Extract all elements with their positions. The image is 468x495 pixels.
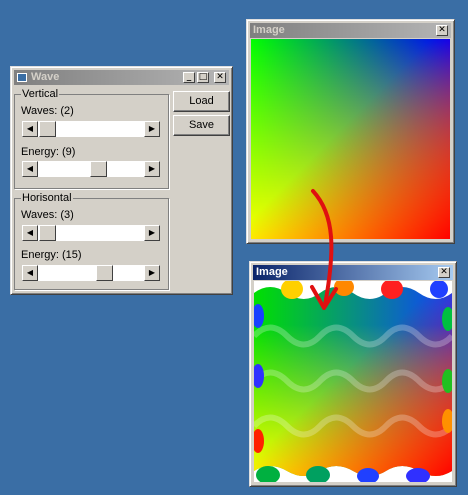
horizontal-group: Horisontal Waves: (3) ◀ ▶ Energy: (15) ◀… — [14, 192, 169, 290]
image-bottom-titlebar[interactable]: Image ✕ — [253, 265, 453, 280]
wave-titlebar[interactable]: Wave _ □ ✕ — [14, 70, 229, 85]
image-bottom-title: Image — [256, 266, 288, 278]
scroll-right-icon[interactable]: ▶ — [144, 121, 160, 137]
slider-thumb[interactable] — [39, 225, 56, 241]
scroll-left-icon[interactable]: ◀ — [22, 225, 38, 241]
image-top-title: Image — [253, 24, 285, 36]
wave-image — [254, 281, 452, 482]
horizontal-waves-label: Waves: (3) — [21, 209, 74, 221]
close-button[interactable]: ✕ — [438, 267, 450, 278]
vertical-group: Vertical Waves: (2) ◀ ▶ Energy: (9) ◀ ▶ — [14, 88, 169, 189]
wave-window: Wave _ □ ✕ Vertical Waves: (2) ◀ ▶ Energ… — [10, 66, 233, 295]
slider-thumb[interactable] — [90, 161, 107, 177]
vertical-waves-slider[interactable]: ◀ ▶ — [22, 121, 160, 137]
source-image-canvas — [251, 39, 450, 239]
vertical-energy-slider[interactable]: ◀ ▶ — [22, 161, 160, 177]
horizontal-waves-slider[interactable]: ◀ ▶ — [22, 225, 160, 241]
app-icon — [17, 72, 27, 82]
gradient-image — [251, 39, 450, 239]
maximize-button[interactable]: □ — [197, 72, 209, 83]
vertical-waves-label: Waves: (2) — [21, 105, 74, 117]
close-button[interactable]: ✕ — [214, 72, 226, 83]
scroll-left-icon[interactable]: ◀ — [22, 265, 38, 281]
wave-window-title: Wave — [31, 71, 60, 83]
vertical-energy-label: Energy: (9) — [21, 146, 76, 158]
close-button[interactable]: ✕ — [436, 25, 448, 36]
horizontal-energy-label: Energy: (15) — [21, 249, 82, 261]
minimize-button[interactable]: _ — [183, 72, 195, 83]
image-top-titlebar[interactable]: Image ✕ — [250, 23, 451, 38]
horizontal-energy-slider[interactable]: ◀ ▶ — [22, 265, 160, 281]
wave-image-canvas — [254, 281, 452, 482]
image-window-bottom: Image ✕ — [249, 261, 457, 487]
load-button[interactable]: Load — [173, 91, 230, 112]
scroll-left-icon[interactable]: ◀ — [22, 121, 38, 137]
scroll-right-icon[interactable]: ▶ — [144, 265, 160, 281]
save-button[interactable]: Save — [173, 115, 230, 136]
vertical-group-label: Vertical — [21, 88, 60, 100]
scroll-left-icon[interactable]: ◀ — [22, 161, 38, 177]
horizontal-group-label: Horisontal — [21, 192, 73, 204]
slider-thumb[interactable] — [96, 265, 113, 281]
scroll-right-icon[interactable]: ▶ — [144, 161, 160, 177]
image-window-top: Image ✕ — [246, 19, 455, 244]
scroll-right-icon[interactable]: ▶ — [144, 225, 160, 241]
slider-thumb[interactable] — [39, 121, 56, 137]
